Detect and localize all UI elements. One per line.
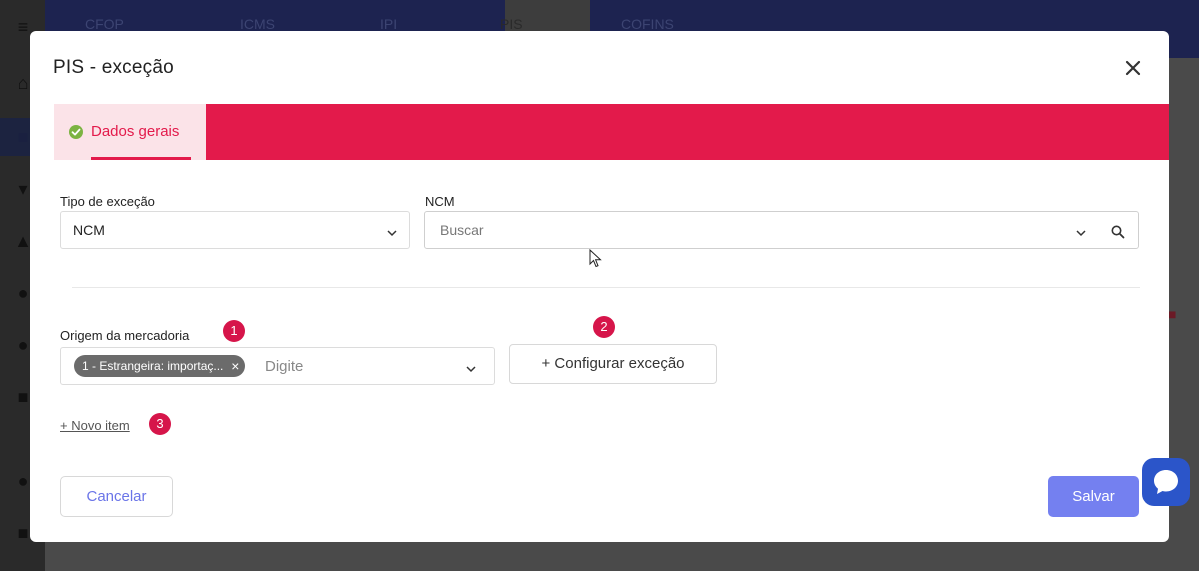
step-badge-3: 3 [149, 413, 171, 435]
tab-underline [91, 157, 191, 160]
exception-modal: PIS - exceção Dados gerais Tipo de exceç… [30, 31, 1169, 542]
origem-chip: 1 - Estrangeira: importaç... × [74, 355, 246, 377]
modal-title: PIS - exceção [53, 57, 174, 78]
check-circle-icon [69, 125, 83, 139]
tipo-excecao-value: NCM [73, 222, 105, 238]
step-badge-1: 1 [223, 320, 245, 342]
step-badge-2: 2 [593, 316, 615, 338]
section-divider [72, 287, 1140, 288]
ncm-label: NCM [425, 194, 455, 209]
origem-multiselect[interactable]: 1 - Estrangeira: importaç... × Digite [60, 347, 495, 385]
chat-bubble-icon [1154, 470, 1178, 494]
close-icon [1125, 60, 1141, 76]
ncm-search-input[interactable]: Buscar [424, 211, 1139, 249]
search-icon[interactable] [1110, 224, 1126, 240]
cancel-button[interactable]: Cancelar [60, 476, 173, 517]
tipo-excecao-label: Tipo de exceção [60, 194, 155, 209]
ncm-placeholder: Buscar [440, 222, 484, 238]
mouse-cursor-icon [589, 249, 602, 268]
configurar-excecao-button[interactable]: + Configurar exceção [509, 344, 717, 384]
origem-placeholder: Digite [265, 358, 304, 375]
origem-chip-label: 1 - Estrangeira: importaç... [82, 359, 224, 373]
novo-item-link[interactable]: + Novo item [60, 418, 130, 433]
close-button[interactable] [1120, 55, 1146, 81]
save-button[interactable]: Salvar [1048, 476, 1139, 517]
chevron-down-icon [466, 366, 476, 373]
tab-label: Dados gerais [91, 123, 180, 140]
tab-dados-gerais[interactable]: Dados gerais [54, 104, 206, 160]
trash-icon: ■ [1168, 306, 1177, 322]
tab-bar: Dados gerais [54, 104, 1169, 160]
chevron-down-icon[interactable] [1075, 227, 1087, 239]
origem-label: Origem da mercadoria [60, 328, 190, 343]
tipo-excecao-select[interactable]: NCM [60, 211, 410, 249]
chip-remove-icon[interactable]: × [231, 355, 239, 377]
chat-widget-button[interactable] [1142, 458, 1190, 506]
chevron-down-icon [387, 230, 397, 237]
